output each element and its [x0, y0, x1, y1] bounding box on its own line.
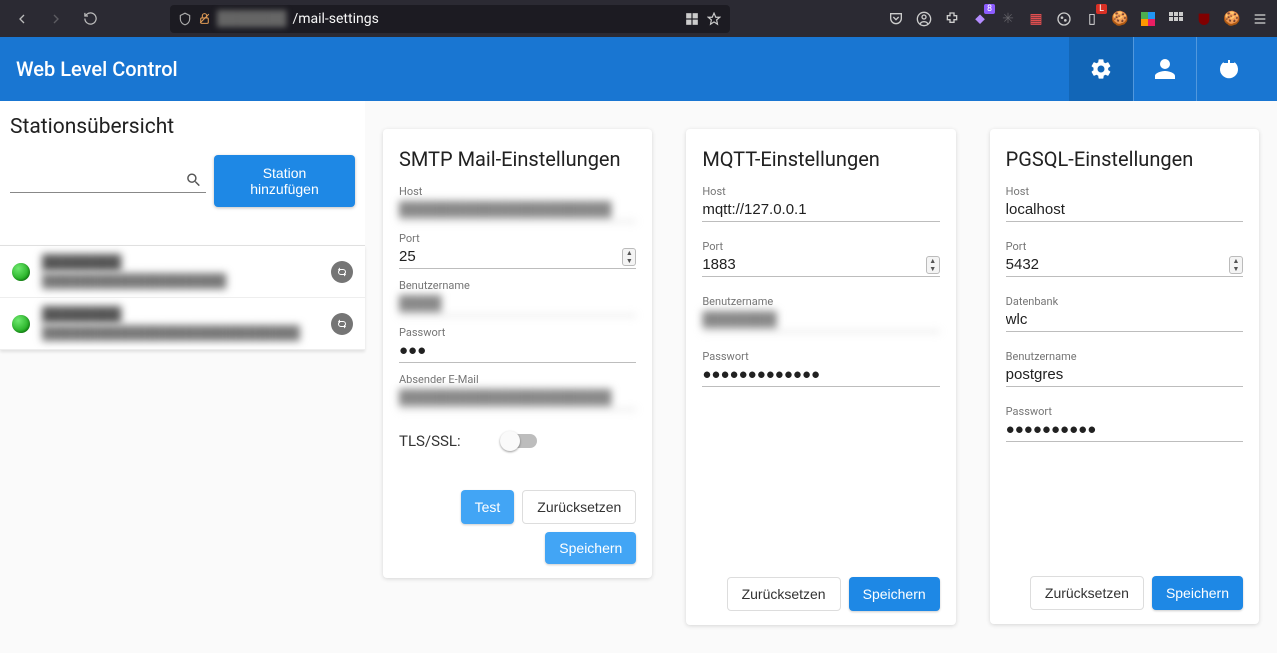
power-button[interactable]: [1197, 37, 1261, 101]
back-button[interactable]: [8, 5, 36, 33]
pgsql-card: PGSQL-Einstellungen Host Port ▲▼ Datenba…: [990, 129, 1259, 624]
lock-icon: [198, 12, 211, 25]
sync-icon[interactable]: [331, 261, 353, 283]
smtp-sender-label: Absender E-Mail: [399, 373, 636, 386]
bookmark-icon[interactable]: [706, 11, 722, 27]
pgsql-port-input[interactable]: [1006, 253, 1243, 277]
spinner-icon[interactable]: ▲▼: [1229, 256, 1243, 274]
ext-colors-icon[interactable]: [1139, 10, 1157, 28]
mqtt-title: MQTT-Einstellungen: [702, 147, 939, 171]
mqtt-pass-input[interactable]: [702, 363, 939, 387]
pgsql-pass-input[interactable]: [1006, 418, 1243, 442]
mqtt-port-label: Port: [702, 240, 939, 253]
account-button[interactable]: [1133, 37, 1197, 101]
account-icon[interactable]: [915, 10, 933, 28]
pgsql-user-label: Benutzername: [1006, 350, 1243, 363]
smtp-host-label: Host: [399, 185, 636, 198]
search-input-wrap[interactable]: [10, 170, 206, 193]
mqtt-host-input[interactable]: [702, 198, 939, 222]
station-item[interactable]: ████████ ████████████████████████████: [0, 298, 365, 350]
gear-icon: [1089, 57, 1113, 81]
add-station-button[interactable]: Station hinzufügen: [214, 155, 355, 207]
pgsql-save-button[interactable]: Speichern: [1152, 576, 1243, 610]
shield-icon: [178, 12, 192, 26]
browser-chrome: ███████ /mail-settings ⬥8 ✳ ▦ ▯L 🍪 🍪: [0, 0, 1277, 37]
station-name: ████████: [42, 254, 319, 271]
ext-dim-icon[interactable]: ✳: [999, 10, 1017, 28]
pgsql-title: PGSQL-Einstellungen: [1006, 147, 1243, 171]
smtp-title: SMTP Mail-Einstellungen: [399, 147, 636, 171]
pgsql-pass-label: Passwort: [1006, 405, 1243, 418]
sidebar: Stationsübersicht Station hinzufügen ███…: [0, 101, 365, 350]
mqtt-user-label: Benutzername: [702, 295, 939, 308]
spinner-icon[interactable]: ▲▼: [622, 248, 636, 266]
ext-cookie-icon[interactable]: [1055, 10, 1073, 28]
mqtt-user-input[interactable]: [702, 308, 939, 332]
smtp-port-input[interactable]: [399, 245, 636, 269]
pgsql-port-label: Port: [1006, 240, 1243, 253]
smtp-save-button[interactable]: Speichern: [545, 532, 636, 564]
ext-purple-icon[interactable]: ⬥8: [971, 10, 989, 28]
smtp-reset-button[interactable]: Zurücksetzen: [522, 490, 636, 524]
mqtt-save-button[interactable]: Speichern: [849, 577, 940, 611]
station-item[interactable]: ████████ ████████████████████: [0, 246, 365, 298]
ext-cookie2-icon[interactable]: 🍪: [1223, 10, 1241, 28]
settings-button[interactable]: [1069, 37, 1133, 101]
search-input[interactable]: [10, 172, 181, 188]
station-address: ████████████████████: [42, 273, 319, 289]
extensions-icon[interactable]: [943, 10, 961, 28]
extension-icons: ⬥8 ✳ ▦ ▯L 🍪 🍪: [887, 10, 1269, 28]
smtp-port-label: Port: [399, 232, 636, 245]
pgsql-host-label: Host: [1006, 185, 1243, 198]
pgsql-db-input[interactable]: [1006, 308, 1243, 332]
app-header: Web Level Control: [0, 37, 1277, 101]
station-name: ████████: [42, 306, 319, 323]
smtp-pass-input[interactable]: [399, 339, 636, 363]
ext-ublock-icon[interactable]: [1195, 10, 1213, 28]
status-online-icon: [12, 315, 30, 333]
pocket-icon[interactable]: [887, 10, 905, 28]
power-icon: [1217, 57, 1241, 81]
status-online-icon: [12, 263, 30, 281]
menu-icon[interactable]: [1251, 10, 1269, 28]
tls-label: TLS/SSL:: [399, 432, 461, 450]
spinner-icon[interactable]: ▲▼: [926, 256, 940, 274]
pgsql-reset-button[interactable]: Zurücksetzen: [1030, 576, 1144, 610]
smtp-host-input[interactable]: [399, 198, 636, 222]
main-content: SMTP Mail-Einstellungen Host Port ▲▼ Ben…: [365, 101, 1277, 653]
forward-button[interactable]: [42, 5, 70, 33]
smtp-sender-input[interactable]: [399, 386, 636, 410]
smtp-card: SMTP Mail-Einstellungen Host Port ▲▼ Ben…: [383, 129, 652, 578]
mqtt-card: MQTT-Einstellungen Host Port ▲▼ Benutzer…: [686, 129, 955, 625]
ext-grid-icon[interactable]: ▦: [1027, 10, 1045, 28]
person-icon: [1153, 57, 1177, 81]
sidebar-title: Stationsübersicht: [10, 115, 355, 139]
mqtt-port-input[interactable]: [702, 253, 939, 277]
smtp-pass-label: Passwort: [399, 326, 636, 339]
station-list: ████████ ████████████████████ ████████ █…: [0, 245, 365, 350]
pgsql-user-input[interactable]: [1006, 363, 1243, 387]
pgsql-db-label: Datenbank: [1006, 295, 1243, 308]
app-title: Web Level Control: [16, 57, 1069, 81]
sync-icon[interactable]: [331, 313, 353, 335]
ext-doc-icon[interactable]: ▯L: [1083, 10, 1101, 28]
pgsql-host-input[interactable]: [1006, 198, 1243, 222]
mqtt-pass-label: Passwort: [702, 350, 939, 363]
reload-button[interactable]: [76, 5, 104, 33]
ext-apps-icon[interactable]: [1167, 10, 1185, 28]
tls-toggle[interactable]: [503, 434, 537, 448]
reader-icon[interactable]: [684, 11, 700, 27]
station-address: ████████████████████████████: [42, 325, 319, 341]
smtp-test-button[interactable]: Test: [461, 490, 515, 524]
address-bar[interactable]: ███████ /mail-settings: [170, 5, 730, 33]
search-icon: [185, 170, 202, 190]
smtp-user-label: Benutzername: [399, 279, 636, 292]
mqtt-host-label: Host: [702, 185, 939, 198]
mqtt-reset-button[interactable]: Zurücksetzen: [727, 577, 841, 611]
smtp-user-input[interactable]: [399, 292, 636, 316]
url-path: /mail-settings: [292, 11, 378, 27]
ext-cup-icon[interactable]: 🍪: [1111, 10, 1129, 28]
url-host: ███████: [217, 10, 286, 27]
